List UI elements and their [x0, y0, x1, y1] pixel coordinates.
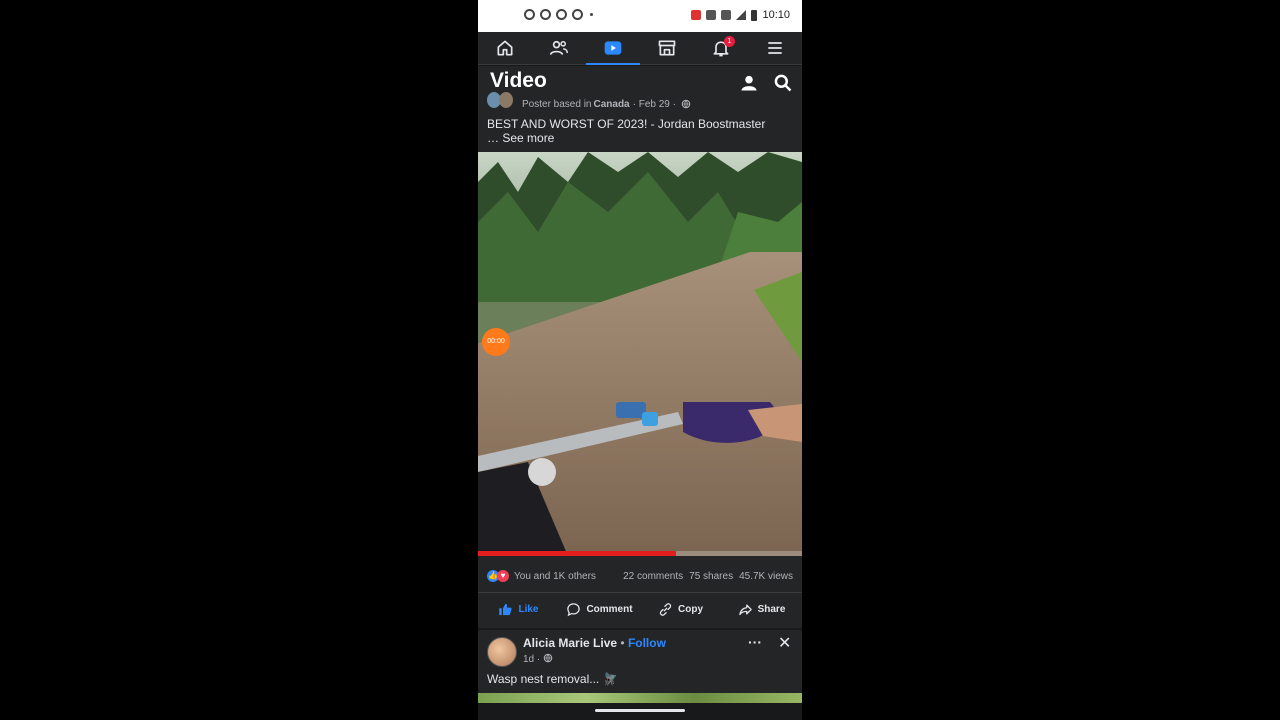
avatar[interactable]: [487, 637, 517, 667]
reactions-count[interactable]: You and 1K others: [514, 571, 596, 582]
phone-screen: 10:10 1 Video Poster based in Canada · F…: [478, 0, 802, 720]
top-nav-bar: 1: [478, 32, 802, 65]
messenger-icon: [540, 9, 551, 20]
share-label: Share: [757, 604, 786, 615]
post-author-line: Alicia Marie Live • Follow: [523, 636, 666, 650]
home-indicator[interactable]: [595, 709, 685, 712]
nav-notifications[interactable]: 1: [694, 32, 748, 64]
video-icon: [604, 41, 622, 55]
views-count: 45.7K views: [739, 571, 793, 582]
video-player[interactable]: 00:00: [478, 152, 802, 556]
love-reaction-icon: ♥: [497, 570, 509, 582]
person-icon: [556, 9, 567, 20]
notification-icons: [524, 9, 593, 20]
post-actions: Like Comment Copy Share: [478, 592, 802, 626]
video-post: Poster based in Canada · Feb 29 · BEST A…: [478, 92, 802, 628]
see-more-link[interactable]: … See more: [487, 131, 787, 145]
share-icon: [738, 604, 752, 616]
battery-icon: [751, 9, 758, 21]
caption-text: BEST AND WORST OF 2023! - Jordan Boostma…: [487, 117, 766, 131]
globe-icon: [681, 99, 691, 109]
more-dot-icon: [590, 13, 593, 16]
nav-marketplace[interactable]: [640, 32, 694, 64]
post-author[interactable]: Alicia Marie Live: [523, 636, 617, 650]
globe-icon: [543, 653, 553, 663]
signal-icon: [736, 10, 747, 20]
video-progress-bar[interactable]: [478, 551, 802, 556]
reaction-summary: 👍 ♥ You and 1K others 22 comments 75 sha…: [478, 566, 802, 586]
profile-icon[interactable]: [739, 73, 759, 93]
separator-dot: •: [620, 636, 625, 650]
home-icon: [497, 40, 513, 56]
comment-icon: [567, 603, 581, 617]
nav-friends[interactable]: [532, 32, 586, 64]
meta-prefix: Poster based in: [522, 98, 592, 110]
meta-location[interactable]: Canada: [594, 99, 630, 110]
tiktok-icon: [572, 9, 583, 20]
comment-label: Comment: [586, 604, 633, 615]
system-icons: 10:10: [691, 9, 790, 21]
close-icon[interactable]: ✕: [778, 633, 791, 653]
post-media-preview[interactable]: [478, 693, 802, 703]
post-time-line: 1d ·: [523, 653, 553, 665]
notification-badge: 1: [724, 36, 735, 47]
copy-button[interactable]: Copy: [640, 593, 721, 626]
more-options-icon[interactable]: ···: [748, 634, 762, 650]
status-bar: 10:10: [478, 0, 802, 32]
search-icon[interactable]: [773, 73, 793, 93]
comments-count[interactable]: 22 comments: [623, 571, 683, 582]
thumbs-up-icon: [499, 603, 513, 616]
link-icon: [706, 10, 717, 20]
like-button[interactable]: Like: [478, 593, 559, 626]
post-time: 1d ·: [523, 654, 541, 665]
shares-count[interactable]: 75 shares: [689, 571, 733, 582]
comment-button[interactable]: Comment: [559, 593, 640, 626]
nav-video[interactable]: [586, 32, 640, 65]
copy-label: Copy: [678, 604, 703, 615]
page-title: Video: [490, 69, 547, 92]
reaction-icons[interactable]: 👍 ♥: [487, 570, 509, 582]
video-progress-fill: [478, 551, 676, 556]
poster-avatars[interactable]: [487, 92, 517, 110]
nav-menu[interactable]: [748, 32, 802, 64]
follow-button[interactable]: Follow: [628, 636, 666, 650]
friends-icon: [549, 40, 569, 55]
clock: 10:10: [762, 9, 790, 21]
post-stats: 22 comments 75 shares 45.7K views: [623, 571, 793, 582]
post-text: Wasp nest removal... 🪰: [487, 672, 618, 686]
nav-home[interactable]: [478, 32, 532, 64]
share-button[interactable]: Share: [721, 593, 802, 626]
cast-icon: [691, 10, 702, 20]
video-timer: 00:00: [482, 328, 510, 356]
app-icon: [524, 9, 535, 20]
like-label: Like: [518, 604, 539, 615]
wifi-icon: [721, 10, 732, 20]
page-header: Video: [478, 66, 802, 98]
marketplace-icon: [658, 40, 676, 56]
video-frame-handlebar: [478, 402, 802, 556]
hamburger-menu-icon: [768, 42, 782, 54]
post-caption: BEST AND WORST OF 2023! - Jordan Boostma…: [487, 117, 787, 145]
link-icon: [659, 603, 672, 616]
post-meta: Poster based in Canada · Feb 29 ·: [487, 92, 691, 110]
meta-date: · Feb 29 ·: [632, 98, 676, 110]
